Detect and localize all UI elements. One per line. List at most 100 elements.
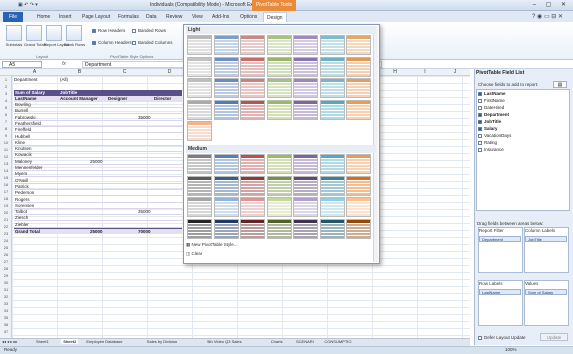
field-item[interactable]: FirstName xyxy=(478,98,505,103)
row-number[interactable]: 18 xyxy=(0,196,12,201)
field-checkbox[interactable] xyxy=(478,141,482,145)
grand-totals-button[interactable] xyxy=(26,25,42,41)
style-swatch[interactable] xyxy=(240,56,265,77)
row-headers-checkbox[interactable]: Row Headers xyxy=(92,28,125,33)
style-swatch[interactable] xyxy=(213,35,239,55)
style-swatch[interactable] xyxy=(187,121,212,141)
style-swatch[interactable] xyxy=(293,218,318,239)
style-swatch[interactable] xyxy=(187,78,212,98)
style-swatch[interactable] xyxy=(319,35,345,55)
style-swatch[interactable] xyxy=(346,175,371,196)
table-row[interactable]: Hubbell xyxy=(14,134,182,140)
row-number[interactable]: 20 xyxy=(0,210,12,215)
window-controls[interactable]: – ▢ ✕ xyxy=(533,1,570,8)
sheet-tab[interactable]: Employee Database xyxy=(86,339,122,344)
quick-access-toolbar[interactable]: ▣ ↶ ↷ ▾ xyxy=(18,2,58,9)
column-header[interactable]: C xyxy=(102,69,147,75)
row-labels-area[interactable] xyxy=(478,280,523,326)
table-row[interactable]: Fireffeld xyxy=(14,127,182,134)
style-swatch[interactable] xyxy=(187,56,212,77)
clear-style-item[interactable]: ◫ Clear xyxy=(186,251,202,257)
table-row[interactable]: Bowling xyxy=(14,102,182,108)
style-swatch[interactable] xyxy=(213,197,239,217)
values-area[interactable] xyxy=(524,280,569,326)
table-row[interactable]: Feathersfield xyxy=(14,121,182,127)
name-box[interactable]: A5 xyxy=(2,61,42,68)
style-swatch[interactable] xyxy=(293,99,318,120)
style-swatch[interactable] xyxy=(293,35,318,55)
style-swatch[interactable] xyxy=(346,78,371,98)
gallery-scrollbar[interactable] xyxy=(373,26,378,262)
column-header[interactable]: B xyxy=(57,69,102,75)
row-number[interactable]: 37 xyxy=(0,329,12,334)
row-number[interactable]: 6 xyxy=(0,112,12,117)
style-swatch[interactable] xyxy=(346,154,371,174)
row-number[interactable]: 8 xyxy=(0,126,12,131)
field-checkbox[interactable] xyxy=(478,134,482,138)
style-swatch[interactable] xyxy=(266,218,292,239)
field-checkbox[interactable] xyxy=(478,99,482,103)
tab-design[interactable]: Design xyxy=(263,12,287,22)
style-swatch[interactable] xyxy=(346,35,371,55)
style-swatch[interactable] xyxy=(187,175,212,196)
style-swatch[interactable] xyxy=(213,175,239,196)
style-swatch[interactable] xyxy=(293,175,318,196)
row-number[interactable]: 3 xyxy=(0,91,12,96)
style-swatch[interactable] xyxy=(319,56,345,77)
layout-options-icon[interactable]: ▤ xyxy=(553,81,567,88)
style-swatch[interactable] xyxy=(266,78,292,98)
field-checkbox[interactable] xyxy=(478,148,482,152)
row-number[interactable]: 29 xyxy=(0,273,12,278)
sheet-tab[interactable]: Sheet1 xyxy=(36,339,49,344)
filter-label[interactable]: Department xyxy=(14,77,38,82)
row-number[interactable]: 25 xyxy=(0,245,12,250)
field-checkbox[interactable] xyxy=(478,106,482,110)
row-number[interactable]: 26 xyxy=(0,252,12,257)
style-swatch[interactable] xyxy=(319,99,345,120)
style-swatch[interactable] xyxy=(346,99,371,120)
tab-data[interactable]: Data xyxy=(146,14,157,20)
column-header[interactable]: H xyxy=(380,69,410,75)
style-swatch[interactable] xyxy=(319,154,345,174)
banded-rows-checkbox[interactable]: Banded Rows xyxy=(132,28,166,33)
column-headers-checkbox[interactable]: Column Headers xyxy=(92,40,132,45)
row-number[interactable]: 2 xyxy=(0,84,12,89)
row-number[interactable]: 4 xyxy=(0,98,12,103)
table-row[interactable]: Sorensen xyxy=(14,203,182,209)
style-swatch[interactable] xyxy=(187,35,212,55)
style-swatch[interactable] xyxy=(266,56,292,77)
style-swatch[interactable] xyxy=(266,175,292,196)
style-swatch[interactable] xyxy=(319,197,345,217)
field-item[interactable]: Department xyxy=(478,112,509,117)
file-tab[interactable]: File xyxy=(3,12,23,22)
tab-addins[interactable]: Add-Ins xyxy=(212,14,229,20)
defer-update-checkbox[interactable]: Defer Layout Update xyxy=(478,335,526,340)
row-number[interactable]: 36 xyxy=(0,322,12,327)
subtotals-button[interactable] xyxy=(6,25,22,41)
field-item[interactable]: LastName xyxy=(478,91,506,96)
field-checkbox[interactable] xyxy=(478,120,482,124)
report-filter-area[interactable] xyxy=(478,227,523,273)
sheet-nav-arrows[interactable]: ◂◂ ◂ ▸ ▸▸ xyxy=(2,339,17,344)
row-number[interactable]: 5 xyxy=(0,105,12,110)
table-row[interactable]: Patrick xyxy=(14,184,182,190)
field-item[interactable]: Insurance xyxy=(478,147,504,152)
row-number[interactable]: 32 xyxy=(0,294,12,299)
style-swatch[interactable] xyxy=(319,175,345,196)
table-row[interactable]: Burrell xyxy=(14,108,182,115)
style-swatch[interactable] xyxy=(346,56,371,77)
table-row[interactable]: Pederson xyxy=(14,190,182,197)
style-swatch[interactable] xyxy=(319,218,345,239)
field-item[interactable]: Salary xyxy=(478,126,498,131)
style-swatch[interactable] xyxy=(213,99,239,120)
row-number[interactable]: 11 xyxy=(0,147,12,152)
tab-review[interactable]: Review xyxy=(166,14,182,20)
report-layout-button[interactable] xyxy=(46,25,62,41)
row-number[interactable]: 1 xyxy=(0,77,12,82)
filter-field-chip[interactable]: Department xyxy=(479,236,521,242)
style-swatch[interactable] xyxy=(213,56,239,77)
row-field-header[interactable]: LastName xyxy=(15,96,37,101)
row-number[interactable]: 33 xyxy=(0,301,12,306)
sheet-tab[interactable]: Sales by Division xyxy=(147,339,177,344)
field-checkbox[interactable] xyxy=(478,127,482,131)
